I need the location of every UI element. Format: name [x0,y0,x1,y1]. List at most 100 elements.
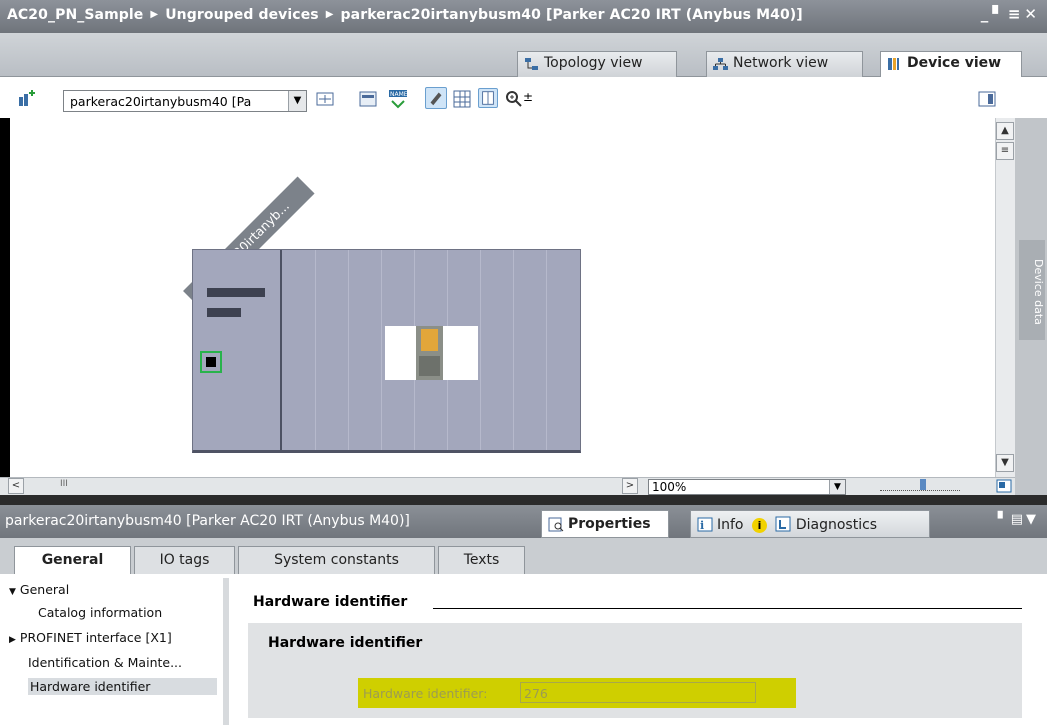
info-badge-icon: i [751,518,767,533]
overview-nav-icon[interactable] [995,478,1013,494]
zoom-dropdown-icon[interactable]: ± [523,90,533,104]
tab-network-label: Network view [733,55,829,71]
tab-system-constants[interactable]: System constants [238,546,435,574]
name-assign-icon[interactable]: NAME [388,89,408,109]
slot-divider [381,250,382,450]
float-panel-icon[interactable]: ▘ [998,512,1011,527]
tab-general[interactable]: General [14,546,131,575]
nav-item-hardware-identifier[interactable]: Hardware identifier [28,678,217,695]
drive-icon [416,326,443,380]
breadcrumb-device[interactable]: parkerac20irtanybusm40 [Parker AC20 IRT … [341,7,803,23]
scroll-down-icon[interactable]: ▼ [996,454,1014,472]
chevron-down-icon[interactable]: ▼ [829,480,845,494]
nav-item-identification-maintenance[interactable]: Identification & Mainte... [28,655,182,670]
tab-properties[interactable]: Properties [541,510,669,538]
rack-slot-bar [207,288,265,297]
topology-icon [525,58,538,70]
grid-icon[interactable] [452,89,472,109]
collapse-panel-icon[interactable]: ▤ [1011,512,1026,527]
section-rule [433,608,1022,609]
expand-right-icon[interactable]: ▶ [9,635,16,645]
breadcrumb-separator-icon: ▶ [150,9,159,20]
slot-divider [546,250,547,450]
expand-down-icon[interactable]: ▼ [9,587,16,597]
zoom-slider[interactable] [880,479,960,491]
breadcrumb-group[interactable]: Ungrouped devices [165,7,319,23]
tab-info[interactable]: i Info i Diagnostics [690,510,930,538]
tab-io-tags[interactable]: IO tags [134,546,235,574]
module-list-icon[interactable] [358,89,378,109]
hscroll-thumb[interactable]: III [60,479,68,489]
title-bar: AC20_PN_Sample ▶ Ungrouped devices ▶ parkera… [0,0,1047,33]
device-select[interactable]: parkerac20irtanybusm40 [Pa ▼ [63,90,307,112]
device-select-value: parkerac20irtanybusm40 [Pa [70,94,252,109]
info-icon: i [697,517,713,532]
tab-device-view[interactable]: Device view [880,51,1022,78]
properties-icon [548,517,564,532]
zoom-value: 100% [652,480,687,494]
tab-properties-label: Properties [568,516,651,532]
zoom-slider-thumb[interactable] [920,479,926,490]
scroll-thumb[interactable]: ≡ [996,142,1014,160]
nav-item-catalog-information[interactable]: Catalog information [38,605,162,620]
tab-diagnostics-label[interactable]: Diagnostics [796,517,877,533]
device-rack[interactable] [192,249,581,453]
device-icon [888,58,899,70]
tab-device-label: Device view [907,55,1002,71]
scroll-left-icon[interactable]: < [8,478,24,494]
rack-slot-bar [207,308,241,317]
inspector-window-controls[interactable]: ▘▤▼ [998,512,1039,527]
nav-item-general[interactable]: ▼ General [9,582,69,597]
scroll-up-icon[interactable]: ▲ [996,122,1014,140]
tab-network-view[interactable]: Network view [706,51,863,77]
restore-icon[interactable]: ▘ [992,5,1008,23]
device-overview-icon[interactable] [16,88,36,108]
nav-item-label: General [19,582,70,597]
minimize-icon[interactable]: _ [981,5,993,23]
scroll-right-icon[interactable]: > [622,478,638,494]
slot-divider [513,250,514,450]
chevron-down-icon[interactable]: ▼ [288,91,306,111]
device-module-image[interactable] [385,326,478,380]
window-controls[interactable]: _▘≡✕ [981,5,1041,23]
slot-divider [348,250,349,450]
breadcrumb-project[interactable]: AC20_PN_Sample [7,7,143,23]
inspector-header: parkerac20irtanybusm40 [Parker AC20 IRT … [0,505,1047,538]
tab-topology-label: Topology view [544,55,643,71]
device-data-tab[interactable]: Device data [1019,240,1045,340]
panel-menu-icon[interactable]: ▼ [1026,512,1039,527]
show-module-labels-icon[interactable] [425,87,447,109]
panel-divider[interactable] [0,495,1047,505]
maximize-icon[interactable]: ≡ [1008,5,1025,23]
group-title: Hardware identifier [268,635,423,651]
zoom-select[interactable]: 100% ▼ [648,479,846,495]
inspector-subtabs: General IO tags System constants Texts [0,538,1047,575]
module-overview-icon[interactable] [315,89,335,109]
slot-divider [315,250,316,450]
profinet-port-icon[interactable] [200,351,222,373]
canvas-vertical-scrollbar[interactable]: ▲ ≡ ▼ [995,118,1015,477]
panel-toggle-icon[interactable] [977,89,997,109]
nav-item-profinet-interface[interactable]: ▶ PROFINET interface [X1] [9,630,172,645]
hardware-identifier-row: Hardware identifier: 276 [358,678,796,708]
tab-topology-view[interactable]: Topology view [517,51,677,77]
section-title: Hardware identifier [253,594,408,610]
canvas-status-row: < III > [0,477,1015,495]
close-icon[interactable]: ✕ [1024,5,1041,23]
slot-divider [480,250,481,450]
diagnostics-icon [775,516,791,532]
nav-item-label: PROFINET interface [X1] [19,630,172,645]
svg-text:i: i [700,519,704,532]
hardware-identifier-label: Hardware identifier: [363,686,488,701]
hardware-identifier-field: 276 [520,682,756,703]
page-break-icon[interactable] [478,88,498,108]
breadcrumb-separator-icon: ▶ [325,9,334,20]
tab-info-label: Info [717,517,744,533]
inspector-title: parkerac20irtanybusm40 [Parker AC20 IRT … [5,513,410,529]
zoom-icon[interactable] [504,89,524,109]
inspector-nav-tree: ▼ General Catalog information ▶ PROFINET i… [9,578,229,725]
view-tab-bar: Topology view Network view Device view [0,33,1047,78]
tab-texts[interactable]: Texts [438,546,525,574]
rack-slot-head[interactable] [193,250,282,450]
svg-text:NAME: NAME [390,91,408,98]
